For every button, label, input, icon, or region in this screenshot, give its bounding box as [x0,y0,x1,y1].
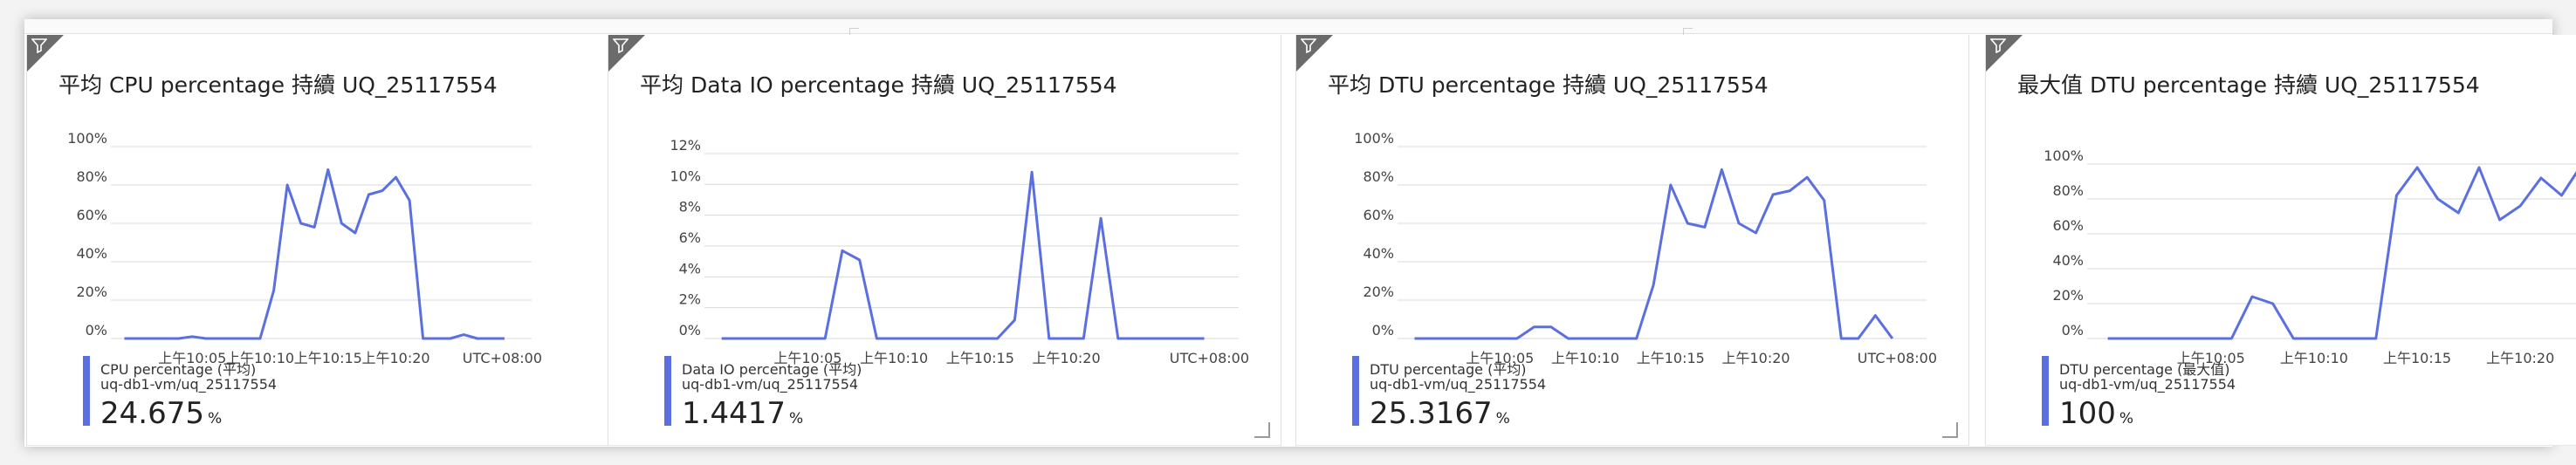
y-tick-label: 80% [76,168,107,185]
legend-summary-value: 100% [2059,396,2133,431]
y-tick-label: 60% [1363,207,1394,223]
legend-color-bar [2042,356,2049,426]
filter-funnel-icon[interactable] [613,38,629,53]
legend-value-unit: % [788,410,804,427]
line-chart: 0%20%40%60%80%100%上午10:05 上午10:10 上午10:15 上… [2044,147,2576,366]
legend-value-unit: % [1495,410,1510,427]
y-tick-label: 20% [1363,284,1394,300]
y-tick-label: 2% [679,291,701,308]
y-tick-label: 40% [76,245,107,262]
y-tick-label: 8% [679,199,701,215]
x-tick-label: 上午10:10 [1551,350,1619,366]
timezone-label: UTC+08:00 [463,350,542,366]
y-tick-label: 4% [679,260,701,277]
timezone-label: UTC+08:00 [1170,350,1249,366]
legend-summary-value: 1.4417% [682,396,803,431]
y-tick-label: 10% [670,168,701,184]
y-tick-label: 0% [679,322,701,338]
dashboard-top-strip [24,19,2552,38]
metric-tile-1[interactable]: 平均 CPU percentage 持續 UQ_25117554 0% 20% 40… [26,35,700,446]
metric-tile-4[interactable]: 最大值 DTU percentage 持續 UQ_25117554 0% 20% 4… [1985,35,2576,446]
series-line [721,170,1205,340]
legend-value-number: 25.3167 [1370,396,1493,431]
y-tick-label: 100% [1354,130,1394,147]
tile-title: 最大值 DTU percentage 持續 UQ_25117554 [2017,72,2480,98]
y-tick-label: 100% [67,130,107,147]
x-tick-label: 上午10:15 [1637,350,1705,366]
resize-handle-icon[interactable] [1942,422,1958,438]
x-tick-label: 上午10:15 [294,350,362,366]
tile-title: 平均 CPU percentage 持續 UQ_25117554 [58,72,498,98]
legend-resource-name: uq-db1-vm/uq_25117554 [1370,376,1547,393]
metric-tile-3[interactable]: 平均 DTU percentage 持續 UQ_25117554 0% 20% 40… [1295,35,1969,446]
x-tick-label: 上午10:20 [1033,350,1101,366]
y-tick-label: 60% [2052,217,2084,234]
x-tick-label: 上午10:20 [2486,350,2554,366]
dashboard-panel: 平均 CPU percentage 持續 UQ_25117554 0% 20% 40… [24,19,2576,447]
legend-resource-name: uq-db1-vm/uq_25117554 [682,376,859,393]
series-line [1414,168,1894,340]
filter-funnel-icon[interactable] [1301,38,1316,53]
y-tick-label: 60% [76,207,107,223]
legend-summary-value: 24.675% [100,396,222,431]
timezone-label: UTC+08:00 [1858,350,1937,366]
y-tick-label: 80% [2052,182,2084,199]
tile-title: 平均 DTU percentage 持續 UQ_25117554 [1328,72,1769,98]
x-tick-label: 上午10:15 [946,350,1014,366]
y-tick-label: 6% [679,229,701,246]
legend-resource-name: uq-db1-vm/uq_25117554 [2059,376,2236,393]
legend-value-unit: % [2119,410,2134,427]
line-chart: 0%20%40%60%80%100%上午10:05 上午10:10 上午10:15 上… [67,130,542,366]
line-chart: 0%20%40%60%80%100%上午10:05 上午10:10 上午10:15 上… [1354,130,1937,366]
legend-color-bar [1352,356,1359,426]
filter-funnel-icon[interactable] [1990,38,2006,53]
legend-color-bar [664,356,671,426]
series-line [2107,166,2576,340]
x-tick-label: 上午10:20 [1721,350,1789,366]
y-tick-label: 40% [2052,252,2084,269]
tile-title: 平均 Data IO percentage 持續 UQ_25117554 [640,72,1117,98]
y-tick-label: 0% [1372,322,1394,338]
y-tick-label: 0% [2062,322,2084,338]
legend-value-unit: % [207,410,223,427]
legend-resource-name: uq-db1-vm/uq_25117554 [100,376,278,393]
resize-handle-icon[interactable] [1254,422,1270,438]
filter-funnel-icon[interactable] [31,38,47,53]
y-tick-label: 80% [1363,168,1394,185]
line-chart: 0%2%4%6%8%10%12%上午10:05 上午10:10 上午10:15 上午1… [670,137,1249,366]
legend-value-number: 100 [2059,396,2116,431]
y-tick-label: 20% [2052,287,2084,304]
metric-tile-2[interactable]: 平均 Data IO percentage 持續 UQ_25117554 0% 2… [608,35,1281,446]
x-tick-label: 上午10:20 [361,350,429,366]
series-line [124,168,505,340]
y-tick-label: 0% [86,322,107,338]
y-tick-label: 100% [2044,147,2084,164]
legend-value-number: 24.675 [100,396,204,431]
legend-value-number: 1.4417 [682,396,786,431]
y-tick-label: 20% [76,284,107,300]
legend-color-bar [83,356,90,426]
x-tick-label: 上午10:10 [860,350,928,366]
x-tick-label: 上午10:10 [2280,350,2348,366]
legend-summary-value: 25.3167% [1370,396,1510,431]
y-tick-label: 40% [1363,245,1394,262]
y-tick-label: 12% [670,137,701,154]
x-tick-label: 上午10:15 [2383,350,2451,366]
